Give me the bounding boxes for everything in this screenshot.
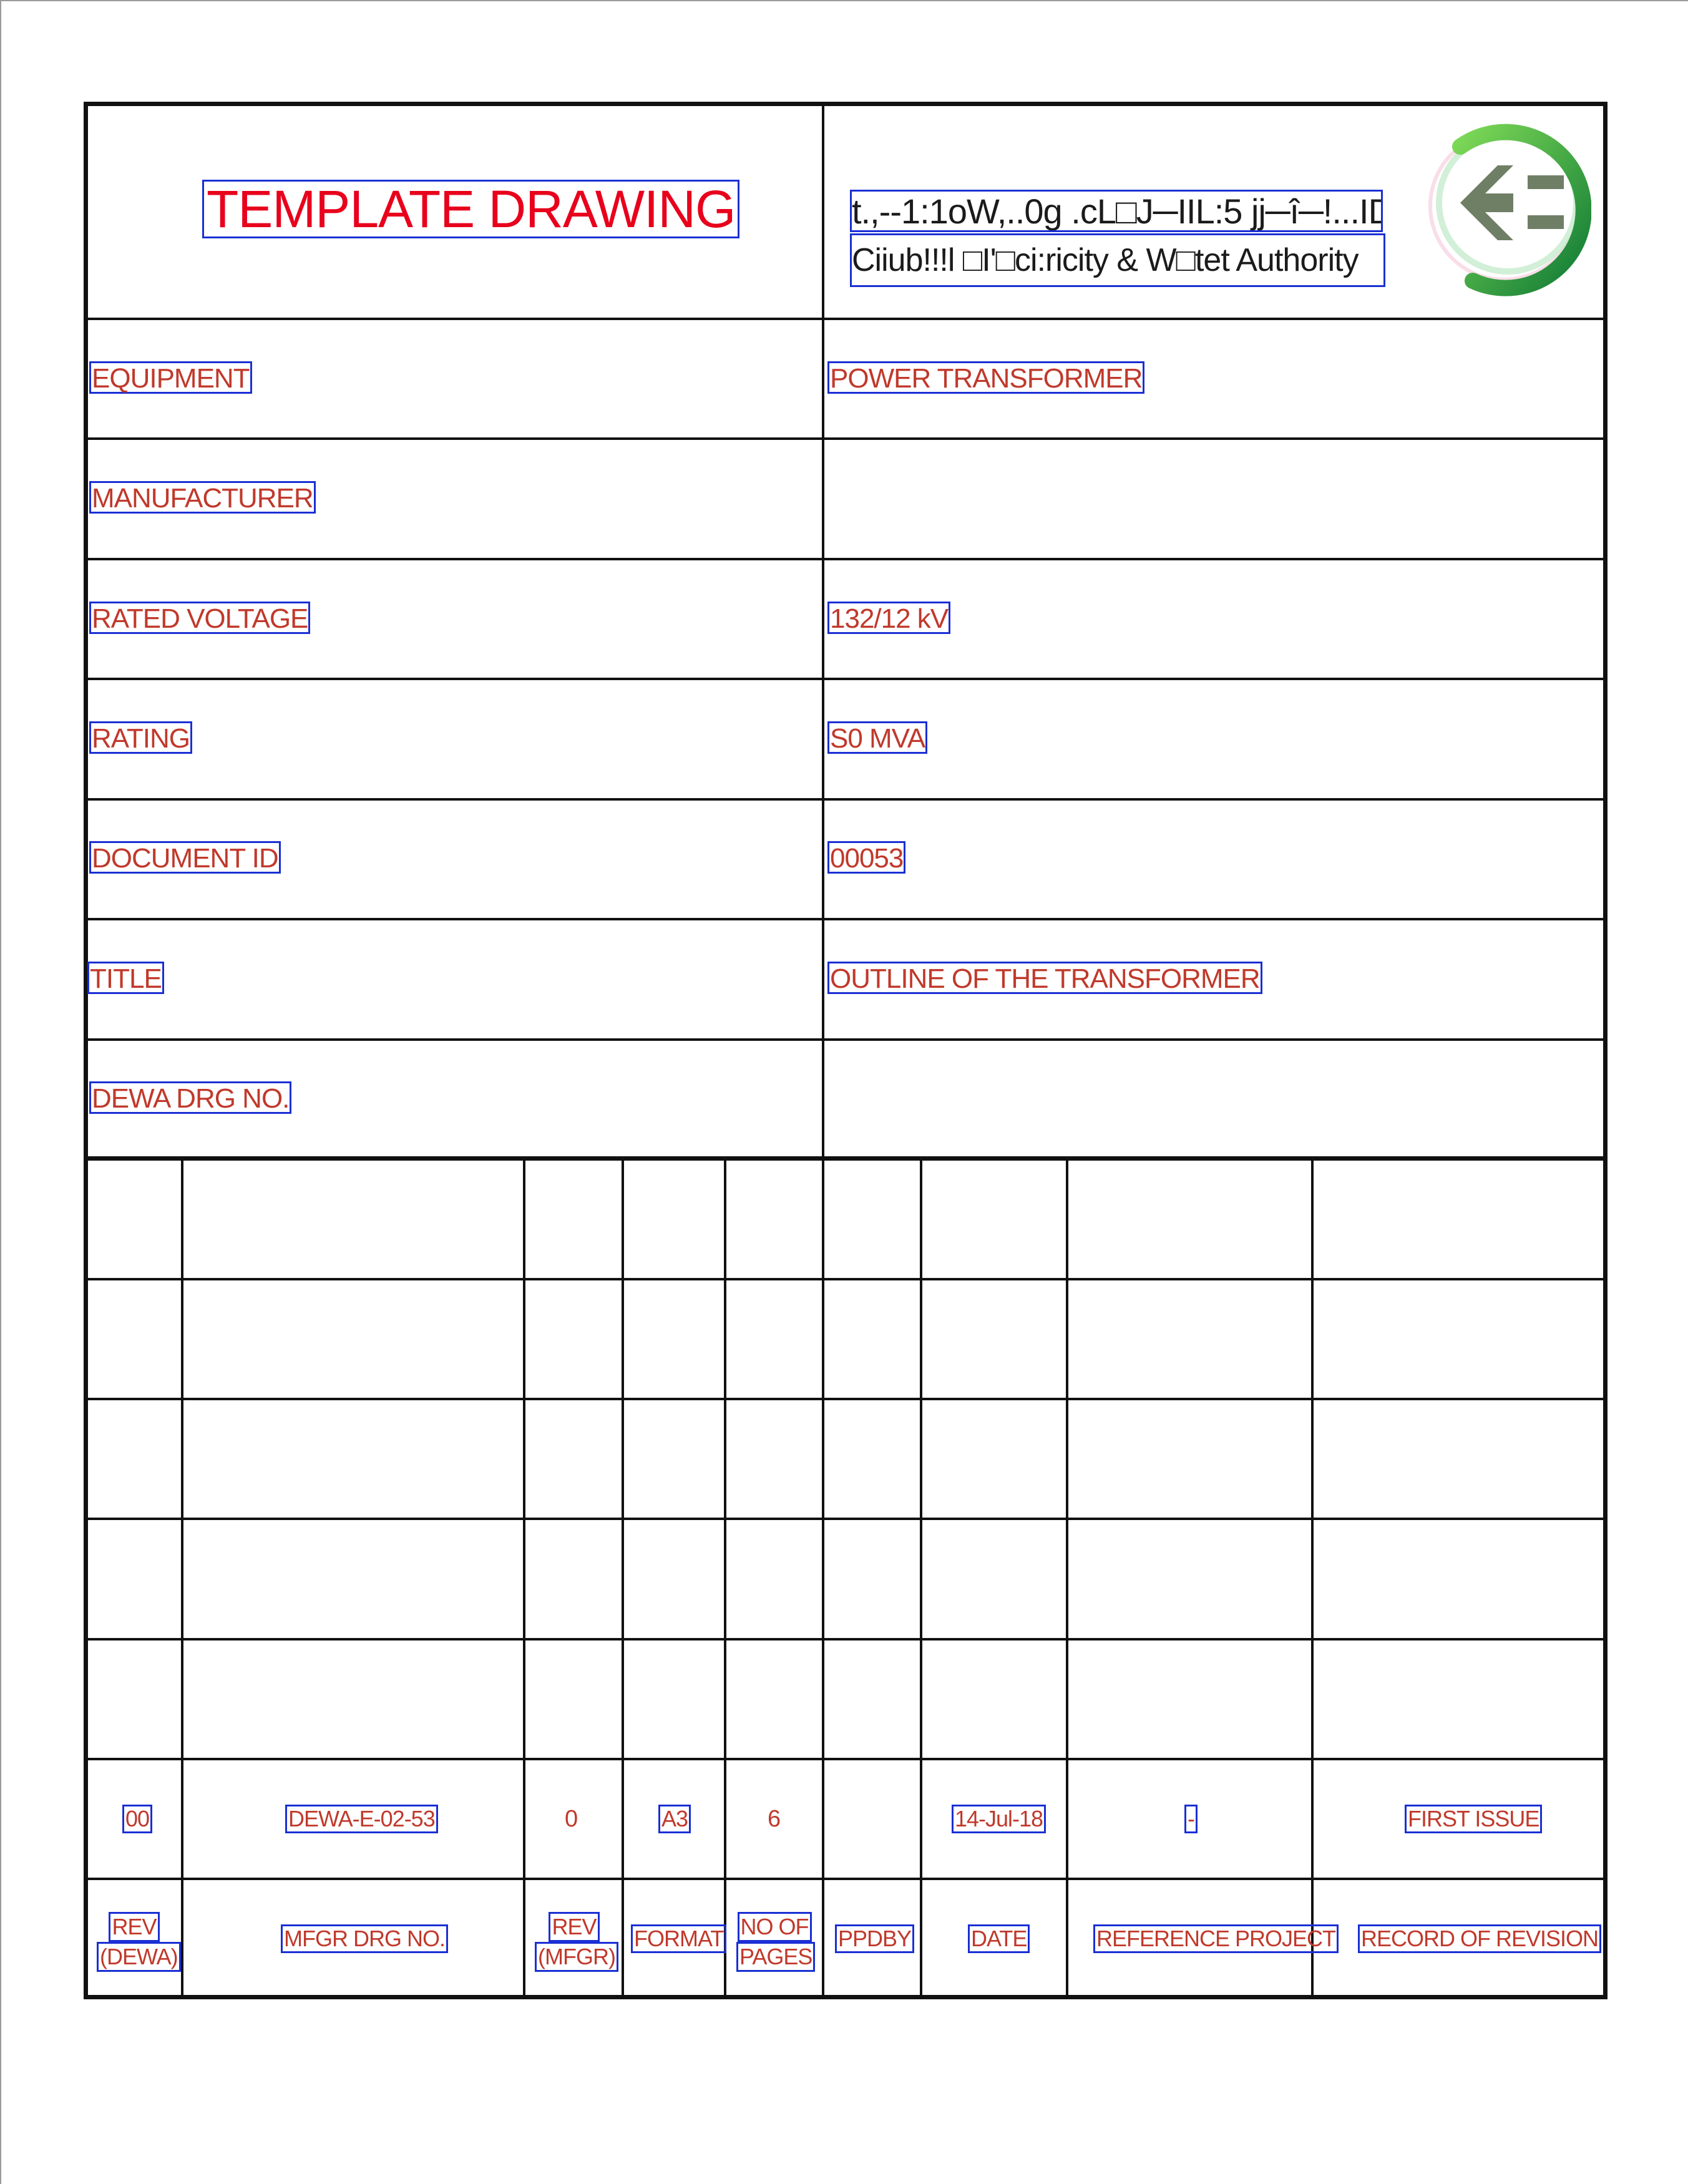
- column-divider: [724, 1158, 726, 1999]
- column-divider: [622, 1158, 624, 1999]
- format-value: A3: [658, 1805, 691, 1833]
- rev-dewa-value: 00: [122, 1805, 153, 1833]
- field-label-rating: RATING: [89, 721, 192, 754]
- header-rev-mfgr-line2: (MFGR): [535, 1942, 618, 1972]
- row-divider: [84, 1638, 1608, 1640]
- mfgr-drg-no-value: DEWA-E-02-53: [285, 1805, 438, 1833]
- header-rev-dewa: REV (DEWA): [97, 1912, 181, 1972]
- no-of-pages-value: 6: [768, 1806, 781, 1832]
- org-name-english: Ciiub!!!l □I'□ci:ricity & W□tet Authorit…: [850, 233, 1385, 287]
- org-name-arabic: t.,--1:1oW,..0g .cL□J─IIL:5 jj─î─!...ID: [850, 190, 1383, 232]
- field-value-document-id: 00053: [827, 841, 906, 874]
- header-record-of-revision: RECORD OF REVISION: [1358, 1924, 1602, 1953]
- field-value-title: OUTLINE OF THE TRANSFORMER: [827, 962, 1262, 994]
- row-divider: [84, 798, 1608, 801]
- row-divider: [84, 678, 1608, 680]
- field-label-title: TITLE: [87, 962, 164, 994]
- column-divider: [1311, 1158, 1314, 1999]
- row-divider: [84, 1758, 1608, 1760]
- row-divider: [84, 1518, 1608, 1520]
- field-label-rated-voltage: RATED VOLTAGE: [89, 602, 311, 634]
- row-divider: [84, 1278, 1608, 1280]
- record-of-revision-value: FIRST ISSUE: [1405, 1805, 1543, 1833]
- field-value-equipment: POWER TRANSFORMER: [827, 361, 1145, 394]
- header-rev-dewa-line1: REV: [109, 1912, 160, 1942]
- header-no-of-pages-line2: PAGES: [736, 1942, 816, 1972]
- field-label-dewa-drg-no: DEWA DRG NO.: [89, 1081, 292, 1114]
- header-date: DATE: [968, 1924, 1030, 1953]
- page-title: TEMPLATE DRAWING: [202, 180, 740, 238]
- field-label-equipment: EQUIPMENT: [89, 361, 252, 394]
- header-ppdby: PPDBY: [835, 1924, 915, 1953]
- reference-project-value: -: [1184, 1805, 1198, 1833]
- field-value-rating: S0 MVA: [827, 721, 928, 754]
- row-divider: [84, 918, 1608, 920]
- row-divider: [84, 318, 1608, 320]
- row-divider: [84, 437, 1608, 440]
- row-divider: [84, 558, 1608, 560]
- date-value: 14-Jul-18: [952, 1805, 1046, 1833]
- rev-mfgr-value: 0: [565, 1806, 578, 1832]
- header-reference-project: REFERENCE PROJECT: [1093, 1924, 1339, 1953]
- column-divider: [822, 102, 824, 1999]
- header-format: FORMAT: [631, 1924, 727, 1953]
- column-divider: [920, 1158, 922, 1999]
- header-rev-mfgr-line1: REV: [549, 1912, 600, 1942]
- field-label-document-id: DOCUMENT ID: [89, 841, 281, 874]
- row-divider: [84, 1038, 1608, 1041]
- header-mfgr-drg-no: MFGR DRG NO.: [281, 1924, 448, 1953]
- field-value-rated-voltage: 132/12 kV: [827, 602, 951, 634]
- header-rev-mfgr: REV (MFGR): [535, 1912, 618, 1972]
- table-top-divider: [84, 1156, 1608, 1161]
- header-no-of-pages-line1: NO OF: [737, 1912, 812, 1942]
- header-no-of-pages: NO OF PAGES: [736, 1912, 816, 1972]
- row-divider: [84, 1398, 1608, 1400]
- row-divider: [84, 1878, 1608, 1880]
- field-label-manufacturer: MANUFACTURER: [89, 481, 316, 514]
- column-divider: [1066, 1158, 1068, 1999]
- dewa-logo-icon: [1428, 124, 1591, 296]
- column-divider: [181, 1158, 183, 1999]
- column-divider: [523, 1158, 525, 1999]
- header-rev-dewa-line2: (DEWA): [97, 1942, 181, 1972]
